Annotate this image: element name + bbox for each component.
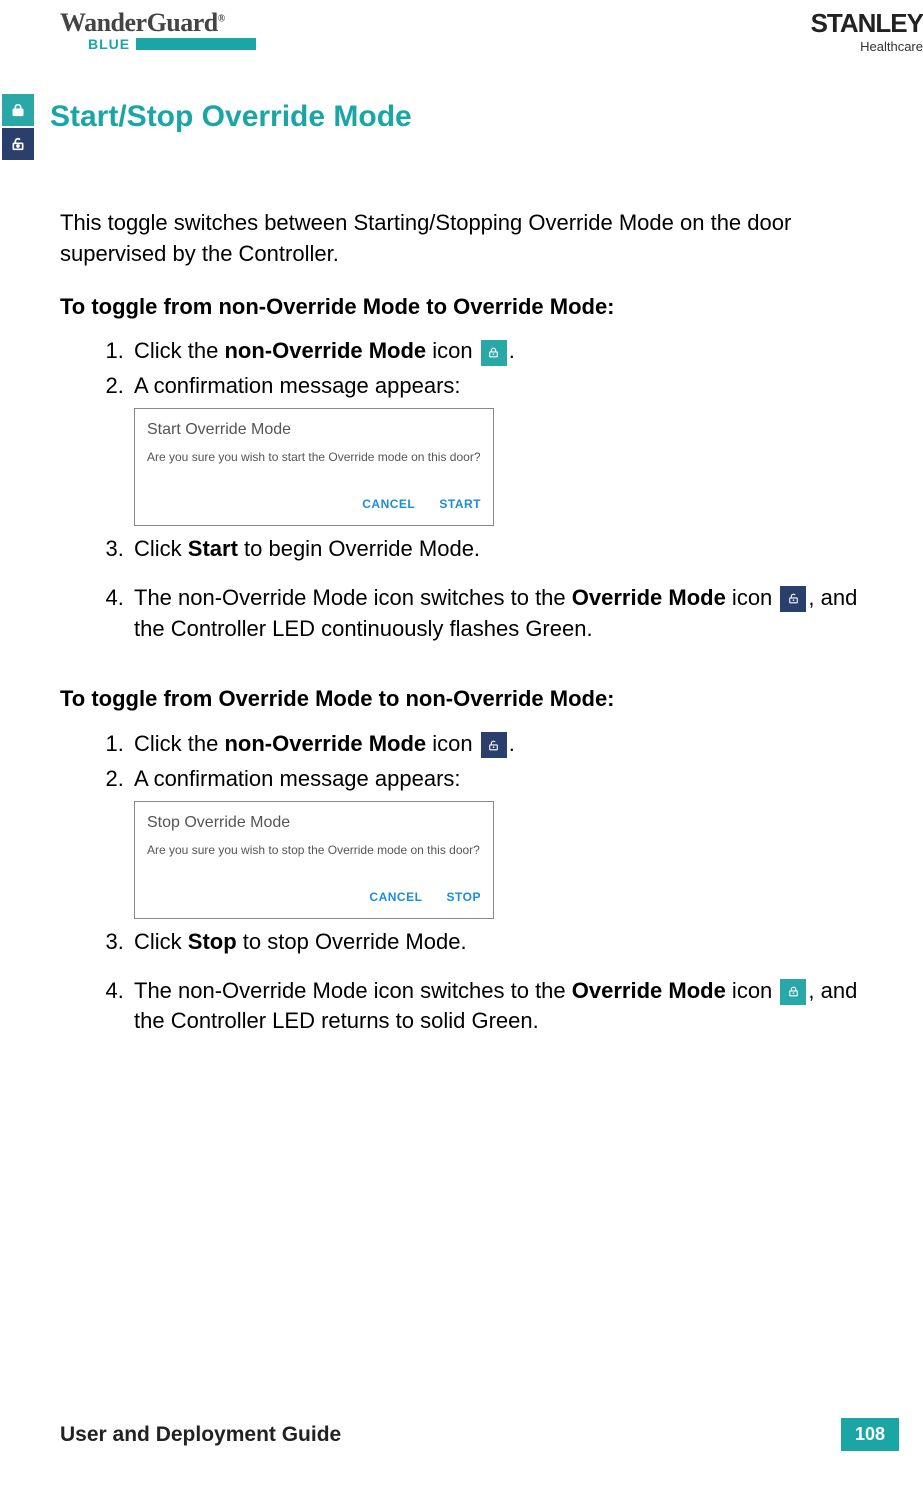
page-title: Start/Stop Override Mode [50, 96, 412, 138]
text: Click [134, 929, 188, 954]
text: The non-Override Mode icon switches to t… [134, 585, 572, 610]
list-item: Click Stop to stop Override Mode. [130, 927, 863, 958]
text: icon [426, 338, 479, 363]
heading-icon-stack [2, 94, 34, 160]
bold-text: Start [188, 536, 238, 561]
logo-right-text: STANLEY [811, 8, 923, 39]
bold-text: Override Mode [572, 585, 726, 610]
section-a-heading: To toggle from non-Override Mode to Over… [60, 292, 863, 323]
dialog-body: Are you sure you wish to start the Overr… [147, 449, 481, 466]
dialog-body: Are you sure you wish to stop the Overri… [147, 842, 481, 859]
logo-right-sub: Healthcare [811, 39, 923, 54]
list-item: Click Start to begin Override Mode. [130, 534, 863, 565]
section-heading-row: Start/Stop Override Mode [2, 94, 863, 160]
text: A confirmation message appears: [134, 766, 461, 791]
text: . [509, 731, 515, 756]
text: A confirmation message appears: [134, 373, 461, 398]
bold-text: non-Override Mode [224, 338, 426, 363]
dialog-actions: CANCEL START [147, 486, 481, 517]
section-b-heading: To toggle from Override Mode to non-Over… [60, 684, 863, 715]
list-item: The non-Override Mode icon switches to t… [130, 976, 863, 1038]
text: Click the [134, 731, 224, 756]
logo-subtext: BLUE [88, 36, 130, 52]
lock-open-icon [481, 732, 507, 758]
text: to begin Override Mode. [238, 536, 480, 561]
page-content: Start/Stop Override Mode This toggle swi… [0, 54, 923, 1037]
intro-paragraph: This toggle switches between Starting/St… [60, 208, 863, 270]
list-item: A confirmation message appears: Stop Ove… [130, 764, 863, 919]
registered-mark: ® [218, 13, 225, 24]
cancel-button[interactable]: CANCEL [369, 890, 422, 904]
lock-open-icon [2, 128, 34, 160]
stop-override-dialog: Stop Override Mode Are you sure you wish… [134, 801, 494, 919]
bold-text: non-Override Mode [224, 731, 426, 756]
start-button[interactable]: START [439, 497, 481, 511]
dialog-title: Stop Override Mode [147, 812, 481, 834]
dialog-title: Start Override Mode [147, 419, 481, 441]
text: icon [426, 731, 479, 756]
bold-text: Override Mode [572, 978, 726, 1003]
text: icon [726, 585, 779, 610]
cancel-button[interactable]: CANCEL [362, 497, 415, 511]
list-item: Click the non-Override Mode icon . [130, 336, 863, 367]
list-item: The non-Override Mode icon switches to t… [130, 583, 863, 645]
page-number: 108 [841, 1418, 899, 1451]
text: icon [726, 978, 779, 1003]
lock-closed-icon [780, 979, 806, 1005]
text: Click [134, 536, 188, 561]
text: to stop Override Mode. [237, 929, 467, 954]
page-footer: User and Deployment Guide 108 [60, 1418, 899, 1451]
text: Click the [134, 338, 224, 363]
lock-closed-icon [2, 94, 34, 126]
start-override-dialog: Start Override Mode Are you sure you wis… [134, 408, 494, 526]
text: The non-Override Mode icon switches to t… [134, 978, 572, 1003]
stop-button[interactable]: STOP [447, 890, 481, 904]
lock-closed-icon [481, 340, 507, 366]
section-b-steps: Click the non-Override Mode icon . A con… [130, 729, 863, 1037]
bold-text: Stop [188, 929, 237, 954]
list-item: Click the non-Override Mode icon . [130, 729, 863, 760]
list-item: A confirmation message appears: Start Ov… [130, 371, 863, 526]
page-header: WanderGuard® BLUE STANLEY Healthcare [0, 0, 923, 54]
dialog-actions: CANCEL STOP [147, 879, 481, 910]
logo-stanley: STANLEY Healthcare [811, 8, 923, 54]
section-a-steps: Click the non-Override Mode icon . A con… [130, 336, 863, 644]
footer-title: User and Deployment Guide [60, 1423, 341, 1447]
logo-bar [136, 38, 256, 50]
logo-text: WanderGuard [60, 8, 218, 37]
text: . [509, 338, 515, 363]
lock-open-icon [780, 586, 806, 612]
logo-wanderguard: WanderGuard® BLUE [60, 8, 256, 52]
